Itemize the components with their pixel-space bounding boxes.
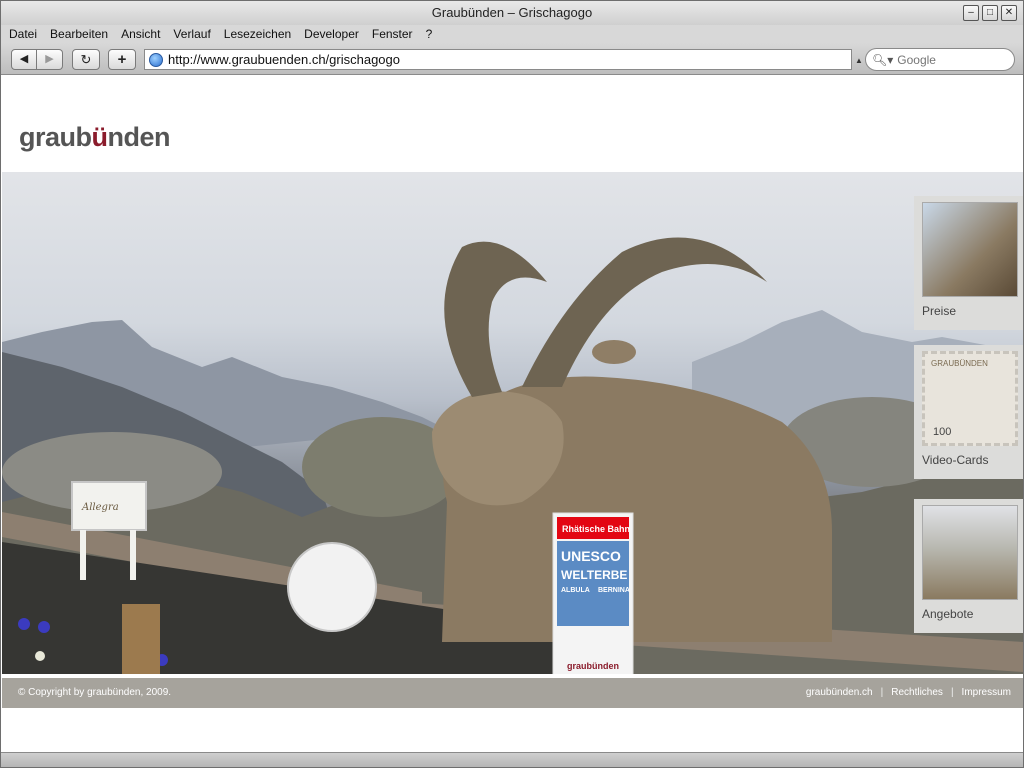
menu-developer[interactable]: Developer bbox=[304, 25, 359, 43]
sidebar-label-preise[interactable]: Preise bbox=[922, 304, 956, 318]
page-footer: © Copyright by graubünden, 2009. graubün… bbox=[2, 678, 1023, 708]
browser-window: Graubünden – Grischagogo – □ ✕ Datei Bea… bbox=[0, 0, 1024, 768]
menu-help[interactable]: ? bbox=[426, 25, 433, 43]
address-bar[interactable]: http://www.graubuenden.ch/grischagogo bbox=[144, 49, 852, 70]
nav-buttons: ◀ ▶ bbox=[11, 49, 63, 70]
menu-lesezeichen[interactable]: Lesezeichen bbox=[224, 25, 291, 43]
menu-fenster[interactable]: Fenster bbox=[372, 25, 413, 43]
rhb-unesco-text: UNESCO bbox=[561, 548, 621, 564]
video-card-stamp-thumbnail[interactable]: GRAUBÜNDEN 100 bbox=[922, 351, 1018, 446]
page-bottom-space bbox=[2, 708, 1023, 752]
back-button[interactable]: ◀ bbox=[11, 49, 37, 70]
add-bookmark-button[interactable]: + bbox=[108, 49, 136, 70]
menu-bar: Datei Bearbeiten Ansicht Verlauf Lesezei… bbox=[1, 25, 1023, 43]
footer-link-graubuenden[interactable]: graubünden.ch bbox=[806, 687, 873, 698]
stamp-country-text: GRAUBÜNDEN bbox=[931, 359, 988, 368]
rhb-bernina-text: BERNINA bbox=[598, 587, 630, 594]
url-text[interactable]: http://www.graubuenden.ch/grischagogo bbox=[168, 52, 400, 67]
close-button[interactable]: ✕ bbox=[1001, 5, 1017, 21]
footer-links: graubünden.ch | Rechtliches | Impressum bbox=[806, 687, 1011, 698]
search-input[interactable] bbox=[897, 52, 1008, 67]
back-arrow-icon: ◀ bbox=[19, 53, 29, 65]
search-box[interactable]: 🔍︎▾ bbox=[865, 48, 1015, 71]
menu-ansicht[interactable]: Ansicht bbox=[121, 25, 160, 43]
rhb-brand-text: Rhätische Bahn bbox=[562, 524, 630, 534]
stamp-value-text: 100 bbox=[933, 426, 952, 438]
logo-text-start: graub bbox=[19, 122, 92, 152]
toolbar: ◀ ▶ ↻ + http://www.graubuenden.ch/grisch… bbox=[1, 43, 1023, 75]
magnifier-icon: 🔍︎▾ bbox=[872, 52, 894, 67]
reload-icon: ↻ bbox=[80, 52, 92, 67]
maximize-button[interactable]: □ bbox=[982, 5, 998, 21]
sidebar-item-video-cards[interactable]: GRAUBÜNDEN 100 Video-Cards bbox=[914, 345, 1023, 479]
footer-link-impressum[interactable]: Impressum bbox=[962, 687, 1011, 698]
menu-datei[interactable]: Datei bbox=[9, 25, 37, 43]
footer-link-rechtliches[interactable]: Rechtliches bbox=[891, 687, 943, 698]
allegra-sign-text: Allegra bbox=[81, 502, 119, 513]
angebote-thumbnail[interactable] bbox=[922, 505, 1018, 600]
footer-separator: | bbox=[880, 687, 884, 698]
minimize-button[interactable]: – bbox=[963, 5, 979, 21]
status-bar bbox=[1, 752, 1023, 767]
sidebar-label-video-cards[interactable]: Video-Cards bbox=[922, 453, 988, 467]
sidebar-item-angebote[interactable]: Angebote bbox=[914, 499, 1023, 633]
graubuenden-logo[interactable]: graubünden bbox=[19, 122, 171, 153]
mountain-landscape: Allegra Rhätische Bahn UNESCO WELTERBE A… bbox=[2, 237, 1023, 674]
preise-thumbnail[interactable] bbox=[922, 202, 1018, 297]
forward-arrow-icon: ▶ bbox=[45, 53, 54, 65]
plus-icon: + bbox=[117, 51, 127, 68]
url-dropdown-icon[interactable]: ▲ bbox=[855, 56, 863, 65]
forward-button[interactable]: ▶ bbox=[37, 49, 63, 70]
logo-text-u: ü bbox=[91, 122, 109, 152]
title-bar: Graubünden – Grischagogo – □ ✕ bbox=[1, 1, 1023, 25]
rhb-footer-text: graubünden bbox=[567, 661, 619, 671]
web-page: graubünden Allegra Rhätische Bahn UNESCO… bbox=[2, 76, 1023, 752]
logo-text-end: nden bbox=[107, 122, 171, 152]
copyright-text: © Copyright by graubünden, 2009. bbox=[18, 687, 172, 698]
window-controls: – □ ✕ bbox=[963, 5, 1017, 21]
menu-verlauf[interactable]: Verlauf bbox=[173, 25, 210, 43]
menu-bearbeiten[interactable]: Bearbeiten bbox=[50, 25, 108, 43]
rhb-albula-text: ALBULA bbox=[561, 587, 590, 594]
window-title: Graubünden – Grischagogo bbox=[431, 5, 593, 20]
hero-scene[interactable]: Allegra Rhätische Bahn UNESCO WELTERBE A… bbox=[2, 172, 1023, 674]
reload-button[interactable]: ↻ bbox=[72, 49, 100, 70]
sidebar-label-angebote[interactable]: Angebote bbox=[922, 607, 973, 621]
footer-separator: | bbox=[950, 687, 954, 698]
globe-icon bbox=[149, 52, 163, 67]
rhb-welterbe-text: WELTERBE bbox=[561, 568, 627, 582]
sidebar-item-preise[interactable]: Preise bbox=[914, 196, 1023, 330]
